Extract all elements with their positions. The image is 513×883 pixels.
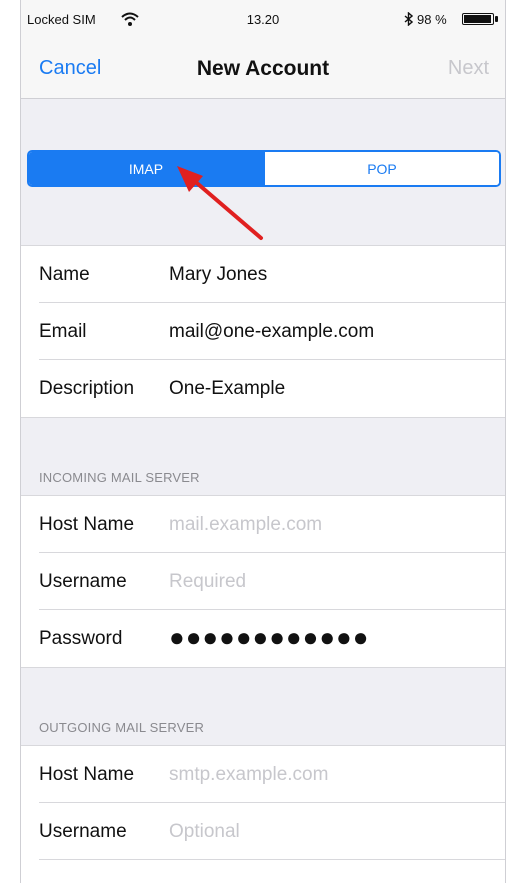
- incoming-password-label: Password: [39, 628, 123, 649]
- email-row[interactable]: Email mail@one-example.com: [21, 303, 505, 360]
- outgoing-section-header: OUTGOING MAIL SERVER: [39, 720, 205, 735]
- name-label: Name: [39, 264, 90, 285]
- incoming-password-field[interactable]: ●●●●●●●●●●●●: [169, 622, 369, 653]
- navigation-bar: Cancel New Account Next: [21, 38, 505, 99]
- incoming-server-group: Host Name mail.example.com Username Requ…: [21, 495, 505, 668]
- outgoing-host-label: Host Name: [39, 764, 135, 785]
- incoming-host-row[interactable]: Host Name mail.example.com: [21, 496, 505, 553]
- description-field[interactable]: One-Example: [169, 378, 285, 400]
- outgoing-host-field[interactable]: smtp.example.com: [169, 764, 328, 786]
- incoming-password-row[interactable]: Password ●●●●●●●●●●●●: [21, 610, 505, 667]
- outgoing-server-group: Host Name smtp.example.com Username Opti…: [21, 745, 505, 883]
- incoming-username-label: Username: [39, 571, 127, 592]
- outgoing-username-label: Username: [39, 821, 127, 842]
- description-row[interactable]: Description One-Example: [21, 360, 505, 417]
- name-row[interactable]: Name Mary Jones: [21, 246, 505, 303]
- bluetooth-icon: [404, 12, 413, 26]
- incoming-host-label: Host Name: [39, 514, 135, 535]
- incoming-username-field[interactable]: Required: [169, 571, 246, 593]
- battery-icon: [462, 13, 500, 25]
- phone-screen: Locked SIM 13.20 98 % Cancel New Account…: [20, 0, 506, 883]
- outgoing-username-field[interactable]: Optional: [169, 821, 240, 843]
- outgoing-row-partial[interactable]: [21, 860, 505, 883]
- outgoing-username-row[interactable]: Username Optional: [21, 803, 505, 860]
- battery-percent: 98 %: [417, 12, 447, 27]
- incoming-section-header: INCOMING MAIL SERVER: [39, 470, 200, 485]
- page-title: New Account: [196, 57, 330, 80]
- email-field[interactable]: mail@one-example.com: [169, 321, 374, 343]
- description-label: Description: [39, 378, 135, 399]
- account-details-group: Name Mary Jones Email mail@one-example.c…: [21, 245, 505, 418]
- outgoing-host-row[interactable]: Host Name smtp.example.com: [21, 746, 505, 803]
- status-bar: Locked SIM 13.20 98 %: [21, 0, 505, 38]
- email-label: Email: [39, 321, 87, 342]
- next-button[interactable]: Next: [448, 57, 489, 80]
- incoming-username-row[interactable]: Username Required: [21, 553, 505, 610]
- name-field[interactable]: Mary Jones: [169, 264, 267, 286]
- red-arrow-annotation: [177, 166, 263, 240]
- incoming-host-field[interactable]: mail.example.com: [169, 514, 322, 536]
